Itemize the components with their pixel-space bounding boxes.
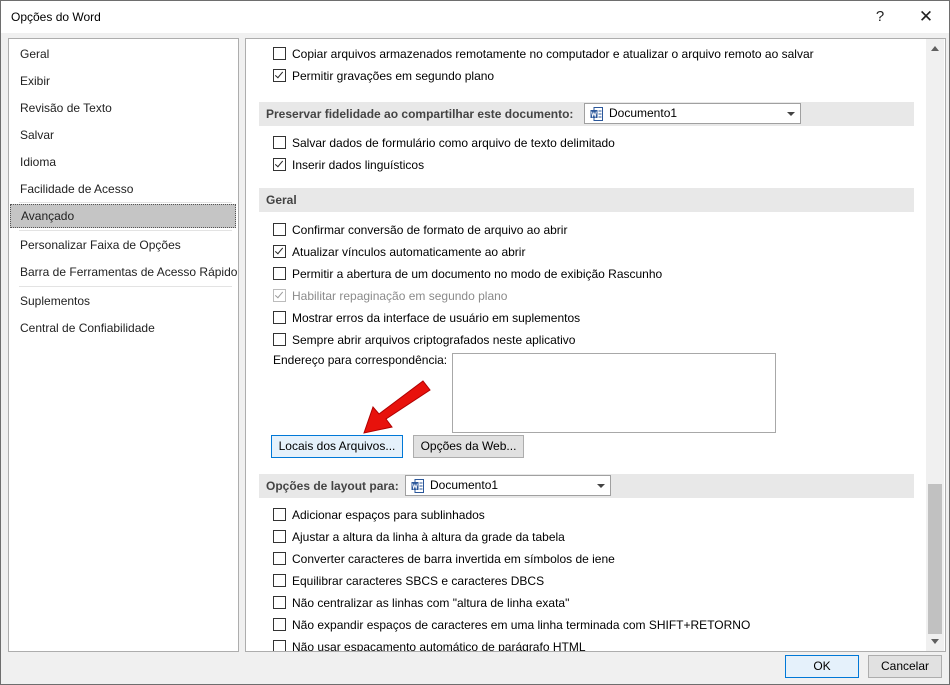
copy-remote-files-label: Copiar arquivos armazenados remotamente … [292, 47, 814, 61]
word-document-icon [411, 479, 424, 493]
nav-item-salvar[interactable]: Salvar [10, 123, 236, 147]
layout-document-value: Documento1 [430, 478, 499, 492]
layout-option-label: Não centralizar as linhas com "altura de… [292, 596, 570, 610]
red-arrow-annotation-icon [363, 380, 431, 434]
title-bar: Opções do Word ? ✕ [1, 1, 949, 33]
update-links-label: Atualizar vínculos automaticamente ao ab… [292, 245, 526, 259]
ok-button[interactable]: OK [785, 655, 859, 678]
nav-item-exibir[interactable]: Exibir [10, 69, 236, 93]
nav-item-barra-acesso-rapido[interactable]: Barra de Ferramentas de Acesso Rápido [10, 260, 237, 284]
addin-errors-label: Mostrar erros da interface de usuário em… [292, 311, 581, 325]
encrypted-files-label: Sempre abrir arquivos criptografados nes… [292, 333, 576, 347]
save-form-data-label: Salvar dados de formulário como arquivo … [292, 136, 615, 150]
save-form-data-checkbox[interactable] [273, 136, 286, 149]
linguistic-data-checkbox[interactable] [273, 158, 286, 171]
web-options-button[interactable]: Opções da Web... [413, 435, 524, 458]
background-save-checkbox[interactable] [273, 69, 286, 82]
layout-option-label: Equilibrar caracteres SBCS e caracteres … [292, 574, 545, 588]
vertical-scrollbar[interactable] [926, 39, 944, 651]
nav-item-personalizar-faixa[interactable]: Personalizar Faixa de Opções [10, 233, 236, 257]
fidelity-document-select[interactable]: Documento1 [584, 103, 801, 124]
nav-item-central-confiabilidade[interactable]: Central de Confiabilidade [10, 316, 236, 340]
cancel-button[interactable]: Cancelar [868, 655, 942, 678]
scroll-down-arrow-icon[interactable] [931, 639, 939, 644]
dialog-title: Opções do Word [11, 10, 101, 24]
layout-header-label: Opções de layout para: [266, 479, 399, 493]
copy-remote-files-checkbox[interactable] [273, 47, 286, 60]
layout-document-select[interactable]: Documento1 [405, 475, 611, 496]
confirm-conversion-label: Confirmar conversão de formato de arquiv… [292, 223, 568, 237]
nav-separator [19, 286, 232, 287]
category-list: Geral Exibir Revisão de Texto Salvar Idi… [8, 38, 239, 652]
draft-view-checkbox[interactable] [273, 267, 286, 280]
layout-option-label: Não usar espaçamento automático de parág… [292, 640, 586, 652]
encrypted-files-checkbox[interactable] [273, 333, 286, 346]
nav-item-avancado[interactable]: Avançado [10, 204, 236, 228]
close-button[interactable]: ✕ [903, 1, 949, 33]
nav-separator [19, 230, 232, 231]
help-button[interactable]: ? [857, 1, 903, 33]
layout-section-header: Opções de layout para: Documento1 [259, 474, 914, 498]
fidelity-section-header: Preservar fidelidade ao compartilhar est… [259, 102, 914, 126]
general-header-label: Geral [266, 193, 297, 207]
nav-separator [19, 202, 232, 203]
scroll-up-arrow-icon[interactable] [931, 46, 939, 51]
addin-errors-checkbox[interactable] [273, 311, 286, 324]
background-repagination-label: Habilitar repaginação em segundo plano [292, 289, 508, 303]
layout-option-checkbox[interactable] [273, 596, 286, 609]
background-repagination-checkbox [273, 289, 286, 302]
nav-item-revisao[interactable]: Revisão de Texto [10, 96, 236, 120]
layout-option-checkbox[interactable] [273, 508, 286, 521]
scrollbar-thumb[interactable] [928, 484, 942, 634]
update-links-checkbox[interactable] [273, 245, 286, 258]
fidelity-header-label: Preservar fidelidade ao compartilhar est… [266, 107, 574, 121]
word-document-icon [590, 107, 603, 121]
chevron-down-icon [597, 484, 605, 488]
linguistic-data-label: Inserir dados linguísticos [292, 158, 425, 172]
layout-option-checkbox[interactable] [273, 618, 286, 631]
background-save-label: Permitir gravações em segundo plano [292, 69, 495, 83]
nav-item-suplementos[interactable]: Suplementos [10, 289, 236, 313]
chevron-down-icon [787, 112, 795, 116]
nav-item-idioma[interactable]: Idioma [10, 150, 236, 174]
options-dialog: Opções do Word ? ✕ Geral Exibir Revisão … [0, 0, 950, 685]
file-locations-button[interactable]: Locais dos Arquivos... [271, 435, 403, 458]
layout-option-label: Adicionar espaços para sublinhados [292, 508, 485, 522]
layout-option-checkbox[interactable] [273, 552, 286, 565]
layout-option-checkbox[interactable] [273, 530, 286, 543]
layout-option-checkbox[interactable] [273, 574, 286, 587]
fidelity-document-value: Documento1 [609, 106, 678, 120]
general-section-header: Geral [259, 188, 914, 212]
mailing-address-field[interactable] [452, 353, 776, 433]
layout-option-checkbox[interactable] [273, 640, 286, 651]
advanced-options-panel: Copiar arquivos armazenados remotamente … [245, 38, 946, 652]
confirm-conversion-checkbox[interactable] [273, 223, 286, 236]
draft-view-label: Permitir a abertura de um documento no m… [292, 267, 663, 281]
nav-item-geral[interactable]: Geral [10, 42, 236, 66]
nav-item-acessibilidade[interactable]: Facilidade de Acesso [10, 177, 236, 201]
layout-option-label: Ajustar a altura da linha à altura da gr… [292, 530, 565, 544]
mailing-address-label: Endereço para correspondência: [273, 353, 448, 367]
layout-option-label: Não expandir espaços de caracteres em um… [292, 618, 751, 632]
layout-option-label: Converter caracteres de barra invertida … [292, 552, 615, 566]
